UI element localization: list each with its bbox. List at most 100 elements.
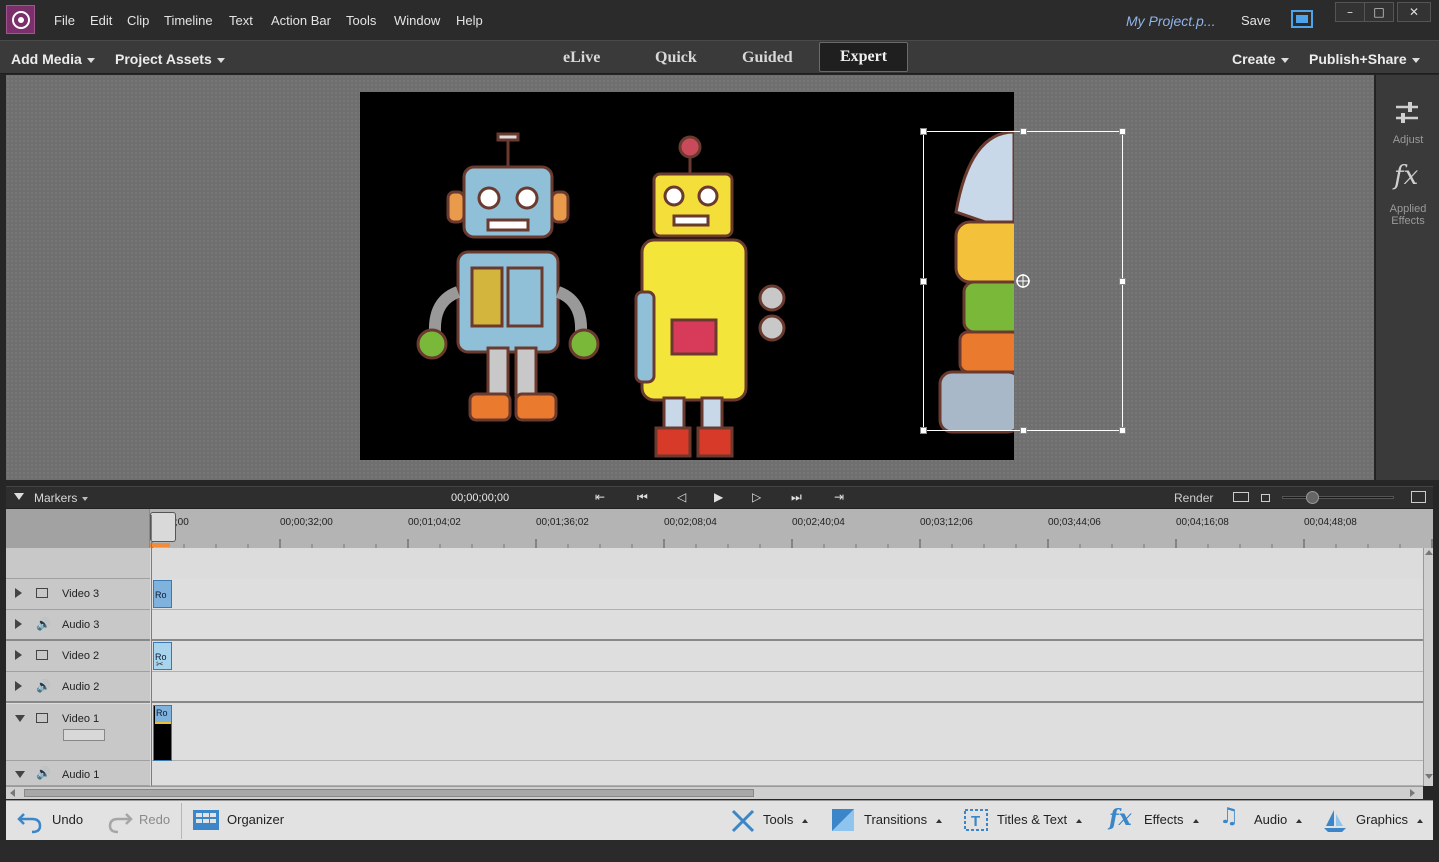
keyframe-nav-control[interactable] — [63, 729, 105, 741]
collapse-track-icon[interactable] — [15, 715, 25, 722]
expand-track-icon[interactable] — [15, 588, 22, 598]
track-header-video-2[interactable]: Video 2 — [6, 641, 150, 672]
project-assets-menu[interactable]: Project Assets — [115, 51, 225, 67]
timeline-ruler[interactable]: ;00;00 00;00;32;00 00;01;04;02 00;01;36;… — [6, 508, 1433, 549]
scroll-down-icon[interactable] — [1425, 774, 1433, 779]
next-edit-icon[interactable]: ⏭ — [791, 490, 802, 505]
transitions-icon[interactable] — [831, 808, 855, 832]
menu-action-bar[interactable]: Action Bar — [271, 13, 331, 28]
effects-button[interactable]: Effects — [1144, 812, 1199, 827]
tab-elive[interactable]: eLive — [563, 49, 600, 67]
menu-file[interactable]: File — [54, 13, 75, 28]
fit-timeline-icon[interactable] — [1233, 492, 1249, 502]
redo-button[interactable]: Redo — [139, 812, 170, 827]
create-menu[interactable]: Create — [1232, 51, 1289, 67]
timecode-display[interactable]: 00;00;00;00 — [451, 492, 509, 504]
go-to-start-icon[interactable]: ⇤ — [595, 490, 605, 504]
track-header-video-3[interactable]: Video 3 — [6, 579, 150, 610]
graphics-icon[interactable] — [1322, 808, 1348, 834]
audio-button[interactable]: Audio — [1254, 812, 1303, 827]
step-back-icon[interactable]: ◁ — [677, 490, 686, 504]
adjust-button[interactable]: Adjust — [1376, 87, 1439, 147]
clip-video-1[interactable]: Ro — [153, 705, 172, 761]
scrollbar-thumb[interactable] — [24, 789, 754, 797]
menu-help[interactable]: Help — [456, 13, 483, 28]
maximize-button[interactable]: □ — [1364, 2, 1394, 22]
titles-icon[interactable]: T — [964, 808, 988, 832]
markers-menu[interactable]: Markers — [34, 491, 89, 505]
track-header-audio-3[interactable]: 🔊 Audio 3 — [6, 610, 150, 641]
organizer-button[interactable]: Organizer — [227, 812, 284, 827]
publish-share-menu[interactable]: Publish+Share — [1309, 51, 1420, 67]
resize-handle-bottom-right[interactable] — [1119, 427, 1126, 434]
scroll-up-icon[interactable] — [1425, 550, 1433, 555]
menu-window[interactable]: Window — [394, 13, 440, 28]
tools-icon[interactable] — [730, 808, 756, 834]
track-video-2[interactable] — [152, 641, 1423, 672]
horizontal-scrollbar[interactable] — [6, 786, 1423, 799]
resize-handle-right[interactable] — [1119, 278, 1126, 285]
previous-edit-icon[interactable]: ⏮ — [637, 490, 648, 505]
clip-video-3[interactable]: Ro — [153, 580, 172, 608]
add-media-menu[interactable]: Add Media — [11, 51, 95, 67]
tools-button[interactable]: Tools — [763, 812, 809, 827]
expand-track-icon[interactable] — [15, 650, 22, 660]
collapse-track-icon[interactable] — [15, 771, 25, 778]
vertical-scrollbar[interactable] — [1423, 548, 1433, 786]
expand-track-icon[interactable] — [15, 681, 22, 691]
resize-handle-top-right[interactable] — [1119, 128, 1126, 135]
anchor-point-icon[interactable] — [1015, 273, 1031, 289]
fullscreen-icon[interactable] — [1291, 10, 1313, 28]
resize-handle-top[interactable] — [1020, 128, 1027, 135]
app-logo-icon[interactable] — [6, 5, 35, 34]
zoom-in-icon[interactable] — [1411, 491, 1426, 503]
work-area-handle[interactable] — [150, 512, 176, 542]
resize-handle-top-left[interactable] — [920, 128, 927, 135]
applied-effects-button[interactable]: fx Applied Effects — [1376, 161, 1439, 231]
transform-bounding-box[interactable] — [920, 128, 1126, 434]
redo-icon[interactable] — [106, 808, 134, 834]
tab-guided[interactable]: Guided — [742, 49, 793, 67]
scroll-left-icon[interactable] — [10, 789, 15, 797]
playhead[interactable] — [151, 515, 152, 787]
menu-edit[interactable]: Edit — [90, 13, 112, 28]
go-to-end-icon[interactable]: ⇥ — [834, 490, 844, 504]
expand-track-icon[interactable] — [15, 619, 22, 629]
effects-icon[interactable]: fx — [1109, 805, 1132, 831]
audio-icon[interactable]: ♫ — [1219, 804, 1239, 829]
graphics-button[interactable]: Graphics — [1356, 812, 1424, 827]
track-audio-1[interactable] — [152, 761, 1423, 786]
render-button[interactable]: Render — [1174, 491, 1213, 505]
close-button[interactable]: ✕ — [1397, 2, 1431, 22]
zoom-out-icon[interactable] — [1261, 494, 1270, 502]
save-button[interactable]: Save — [1241, 13, 1271, 28]
resize-handle-bottom-left[interactable] — [920, 427, 927, 434]
scroll-right-icon[interactable] — [1410, 789, 1415, 797]
resize-handle-left[interactable] — [920, 278, 927, 285]
zoom-slider-thumb[interactable] — [1306, 491, 1319, 504]
transitions-button[interactable]: Transitions — [864, 812, 943, 827]
organizer-icon[interactable] — [192, 808, 220, 832]
track-video-3[interactable] — [152, 579, 1423, 610]
resize-handle-bottom[interactable] — [1020, 427, 1027, 434]
track-header-video-1[interactable]: Video 1 — [6, 704, 150, 761]
minimize-button[interactable]: – — [1335, 2, 1365, 22]
menu-text[interactable]: Text — [229, 13, 253, 28]
play-icon[interactable]: ▶ — [714, 490, 723, 504]
work-area-bar[interactable] — [150, 543, 170, 547]
panel-collapse-icon[interactable] — [14, 493, 24, 500]
menu-tools[interactable]: Tools — [346, 13, 376, 28]
zoom-slider-track[interactable] — [1282, 496, 1394, 499]
tab-quick[interactable]: Quick — [655, 49, 697, 67]
track-header-audio-1[interactable]: 🔊 Audio 1 — [6, 761, 150, 786]
tab-expert[interactable]: Expert — [819, 42, 908, 72]
menu-timeline[interactable]: Timeline — [164, 13, 213, 28]
undo-button[interactable]: Undo — [52, 812, 83, 827]
track-audio-2[interactable] — [152, 672, 1423, 703]
track-audio-3[interactable] — [152, 610, 1423, 641]
step-forward-icon[interactable]: ▷ — [752, 490, 761, 504]
track-header-audio-2[interactable]: 🔊 Audio 2 — [6, 672, 150, 703]
menu-clip[interactable]: Clip — [127, 13, 149, 28]
titles-text-button[interactable]: Titles & Text — [997, 812, 1083, 827]
video-preview[interactable] — [360, 92, 1014, 460]
